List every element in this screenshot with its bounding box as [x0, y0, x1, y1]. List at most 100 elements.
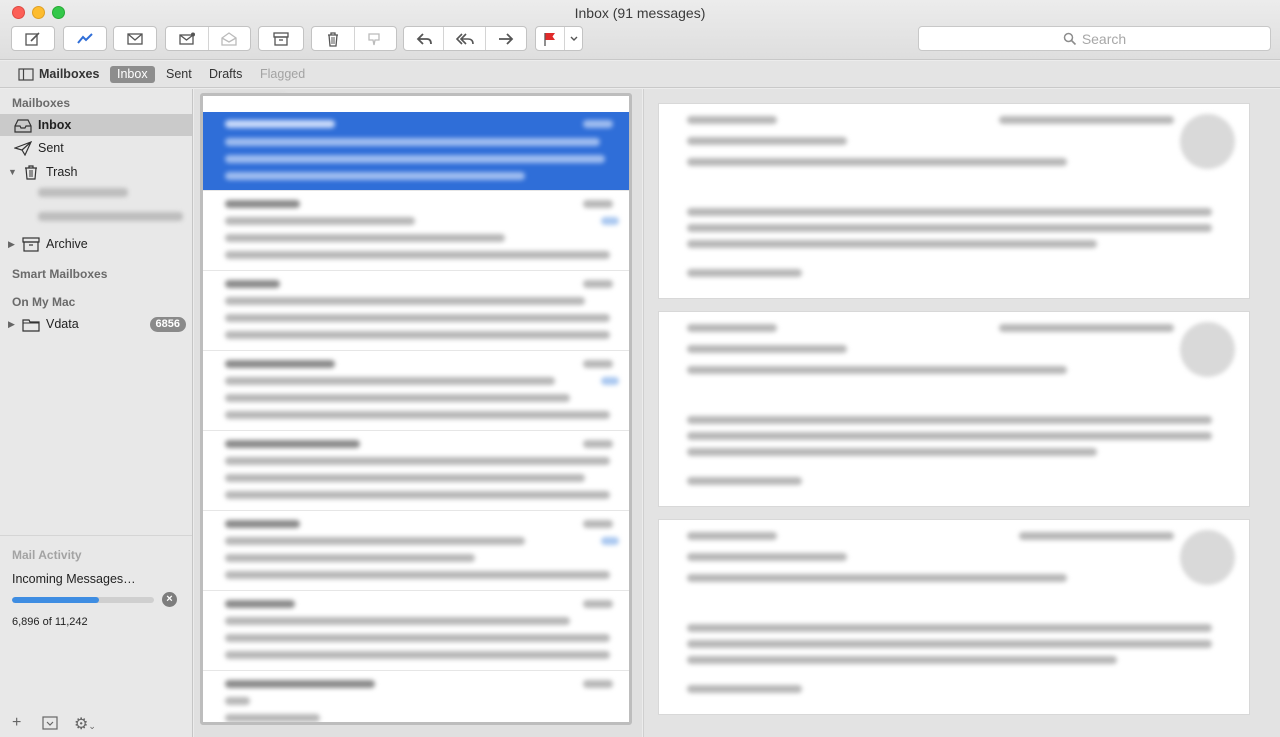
get-mail-icon [127, 32, 143, 45]
gear-menu-button[interactable]: ⚙⌄ [74, 714, 96, 734]
message-row[interactable] [203, 112, 629, 191]
search-field[interactable]: Search [918, 26, 1271, 51]
compose-button[interactable] [11, 26, 55, 51]
favorite-flagged[interactable]: Flagged [260, 66, 305, 83]
flag-menu-button[interactable] [565, 27, 582, 50]
reply-all-icon [455, 32, 474, 45]
message-row[interactable] [203, 672, 629, 722]
compose-icon [25, 31, 40, 46]
message-card[interactable] [658, 519, 1250, 715]
cancel-activity-button[interactable]: × [162, 592, 177, 607]
message-card[interactable] [658, 103, 1250, 299]
message-card[interactable] [658, 311, 1250, 507]
mailboxes-header: Mailboxes [12, 96, 71, 110]
junk-button[interactable] [209, 27, 251, 50]
paper-plane-icon [14, 140, 32, 156]
activity-button[interactable] [63, 26, 107, 51]
forward-button[interactable] [486, 27, 526, 50]
on-my-mac-header[interactable]: On My Mac [12, 295, 75, 309]
favorite-drafts[interactable]: Drafts [209, 66, 242, 83]
show-activity-button[interactable] [42, 716, 58, 735]
disclosure-open-icon[interactable]: ▼ [8, 167, 18, 177]
mail-activity-panel: Mail Activity Incoming Messages… × 6,896… [0, 535, 192, 695]
inbox-tray-icon [14, 118, 32, 133]
message-list-scroll[interactable] [200, 93, 632, 725]
mailboxes-label: Mailboxes [39, 67, 100, 81]
message-row[interactable] [203, 432, 629, 511]
delete-group [311, 26, 397, 51]
gear-icon: ⚙ [74, 716, 89, 733]
sender-avatar [1180, 322, 1235, 377]
trash-subfolder-blurred [38, 188, 128, 197]
reply-all-button[interactable] [444, 27, 486, 50]
message-row[interactable] [203, 192, 629, 271]
window-title: Inbox (91 messages) [574, 5, 706, 21]
search-placeholder: Search [1081, 30, 1127, 47]
trash-icon [327, 31, 338, 47]
sidebar-toggle-icon [18, 68, 34, 81]
activity-count: 6,896 of 11,242 [12, 616, 88, 628]
new-mail-button[interactable] [166, 27, 209, 50]
message-row[interactable] [203, 592, 629, 671]
mail-window: Inbox (91 messages) Search Mailboxes Inb… [0, 0, 1280, 737]
favorites-bar: Mailboxes Inbox Sent Drafts Flagged [0, 61, 1280, 88]
sidebar-item-archive[interactable]: ▶ Archive [0, 233, 192, 255]
message-row[interactable] [203, 352, 629, 431]
flag-icon [544, 32, 556, 46]
add-mailbox-button[interactable]: + [12, 714, 21, 732]
smart-mailboxes-header[interactable]: Smart Mailboxes [12, 267, 107, 281]
activity-progress-fill [12, 597, 100, 603]
archive-box-icon [22, 236, 40, 252]
activity-toggle-icon [42, 716, 58, 730]
chevron-down-icon: ⌄ [88, 721, 96, 731]
sidebar-item-label: Vdata [46, 317, 79, 331]
reply-icon [416, 32, 432, 45]
mailbox-sidebar: Mailboxes Inbox Sent ▼ Trash ▶ Archive S… [0, 89, 193, 737]
flag-group [535, 26, 583, 51]
favorite-inbox[interactable]: Inbox [110, 66, 155, 83]
folder-icon [22, 318, 40, 332]
activity-message: Incoming Messages… [12, 572, 136, 586]
flag-button[interactable] [536, 27, 566, 50]
activity-progress-bar [12, 597, 154, 603]
sidebar-item-label: Inbox [38, 118, 72, 132]
reply-button[interactable] [404, 27, 445, 50]
junk-icon [221, 31, 237, 46]
mail-activity-title: Mail Activity [12, 548, 82, 562]
chevron-down-icon [570, 36, 578, 41]
delete-button[interactable] [312, 27, 355, 50]
reply-group [403, 26, 527, 51]
trash-icon [25, 164, 37, 180]
sidebar-item-sent[interactable]: Sent [0, 137, 192, 159]
trash-subfolder-blurred [38, 212, 183, 221]
sidebar-item-label: Archive [46, 237, 88, 251]
sidebar-item-label: Trash [46, 165, 78, 179]
message-list [194, 89, 642, 737]
sender-avatar [1180, 114, 1235, 169]
message-row[interactable] [203, 512, 629, 591]
show-mailboxes-button[interactable]: Mailboxes [18, 66, 99, 83]
get-mail-button[interactable] [113, 26, 157, 51]
archive-button[interactable] [258, 26, 304, 51]
forward-icon [498, 32, 514, 45]
sidebar-item-label: Sent [38, 141, 64, 155]
sidebar-item-vdata[interactable]: ▶ Vdata 6856 [0, 313, 192, 335]
sender-avatar [1180, 530, 1235, 585]
message-row[interactable] [203, 272, 629, 351]
sidebar-item-trash[interactable]: ▼ Trash [0, 161, 192, 183]
junk-thumb-icon [368, 32, 380, 45]
toolbar: Inbox (91 messages) Search [0, 0, 1280, 60]
disclosure-closed-icon[interactable]: ▶ [8, 239, 18, 250]
activity-icon [77, 32, 93, 44]
message-preview [643, 89, 1280, 737]
sidebar-item-inbox[interactable]: Inbox [0, 114, 192, 136]
search-icon [1063, 32, 1076, 45]
new-mail-icon [179, 32, 195, 45]
unread-count-badge: 6856 [149, 317, 186, 332]
favorite-sent[interactable]: Sent [166, 66, 192, 83]
junk-thumb-button[interactable] [355, 27, 397, 50]
sidebar-bottom-bar: + ⚙⌄ [0, 709, 192, 737]
archive-icon [273, 31, 289, 46]
disclosure-closed-icon[interactable]: ▶ [8, 319, 18, 330]
mail-actions-group [165, 26, 251, 51]
